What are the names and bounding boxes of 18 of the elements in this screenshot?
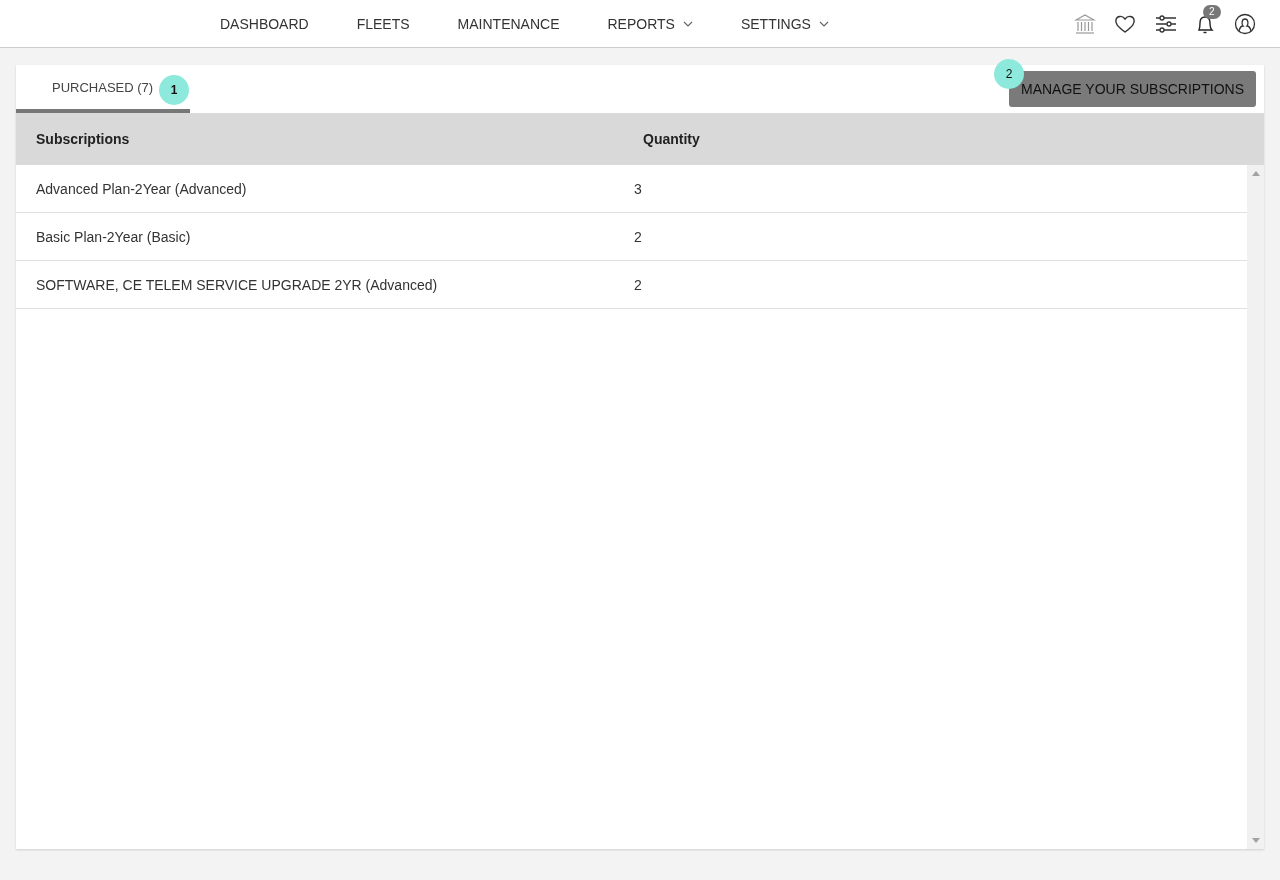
bank-icon[interactable]: [1074, 12, 1096, 35]
table-cell-text: SOFTWARE, CE TELEM SERVICE UPGRADE 2YR (Advanced): [35, 276, 439, 293]
table-cell-text: Basic Plan-2Year (Basic): [35, 228, 192, 245]
nav-link[interactable]: DASHBOARD: [220, 15, 309, 32]
callout-marker: 1: [159, 75, 189, 105]
nav-link[interactable]: FLEETS: [356, 15, 410, 32]
settings-icon[interactable]: [1154, 12, 1176, 35]
table-cell: 2: [634, 276, 642, 293]
table-cell: 3: [634, 180, 642, 197]
table-cell: 2: [634, 228, 642, 245]
nav-link[interactable]: MAINTENANCE: [457, 15, 560, 32]
nav-link[interactable]: SETTINGS: [740, 15, 829, 32]
table-cell-text: Advanced Plan-2Year (Advanced): [35, 180, 248, 197]
notification-count-badge: 2: [1203, 4, 1221, 19]
column-header: Quantity: [643, 131, 700, 147]
column-header: Subscriptions: [35, 131, 131, 147]
nav-link[interactable]: REPORTS: [607, 15, 693, 32]
user-icon[interactable]: [1234, 12, 1256, 35]
